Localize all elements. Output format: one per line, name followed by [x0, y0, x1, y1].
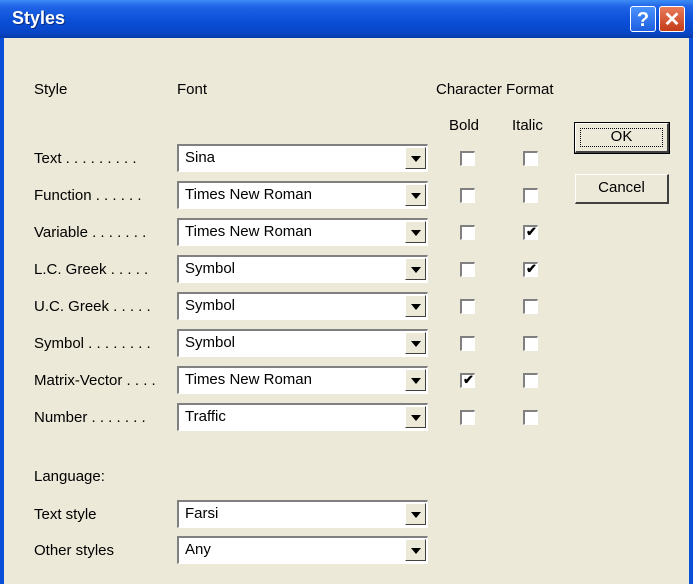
- focus-rectangle: [580, 128, 663, 147]
- bold-checkbox[interactable]: [460, 410, 475, 425]
- other-styles-label: Other styles: [34, 542, 115, 559]
- italic-checkbox[interactable]: [523, 299, 538, 314]
- font-select-value: Symbol: [185, 297, 236, 314]
- italic-checkbox[interactable]: [523, 373, 538, 388]
- chevron-down-icon: [411, 193, 421, 199]
- other-styles-language-value: Any: [185, 541, 211, 558]
- text-style-label: Text style: [34, 506, 97, 523]
- chevron-down-icon: [411, 341, 421, 347]
- checkmark-icon: ✔: [526, 224, 537, 239]
- chevron-down-icon: [411, 156, 421, 162]
- italic-checkbox[interactable]: [523, 151, 538, 166]
- italic-checkbox[interactable]: ✔: [523, 224, 538, 240]
- chevron-down-icon: [411, 304, 421, 310]
- close-button[interactable]: ✕: [659, 6, 685, 32]
- font-select[interactable]: Times New Roman: [177, 218, 428, 246]
- title-bar: Styles ? ✕: [0, 0, 693, 38]
- cancel-button[interactable]: Cancel: [575, 174, 669, 204]
- chevron-down-icon: [411, 267, 421, 273]
- style-row-label: Variable . . . . . . .: [34, 224, 147, 241]
- dropdown-button[interactable]: [405, 539, 426, 561]
- font-select-value: Sina: [185, 149, 216, 166]
- chevron-down-icon: [411, 512, 421, 518]
- style-row-label: Number . . . . . . .: [34, 409, 146, 426]
- font-column-header: Font: [177, 81, 208, 98]
- style-row-label: Function . . . . . .: [34, 187, 142, 204]
- character-format-header: Character Format: [436, 81, 554, 98]
- font-select[interactable]: Sina: [177, 144, 428, 172]
- other-styles-language-select[interactable]: Any: [177, 536, 428, 564]
- bold-checkbox[interactable]: [460, 299, 475, 314]
- font-select[interactable]: Symbol: [177, 255, 428, 283]
- dropdown-button[interactable]: [405, 221, 426, 243]
- bold-checkbox[interactable]: ✔: [460, 372, 475, 388]
- font-select-value: Times New Roman: [185, 371, 312, 388]
- dropdown-button[interactable]: [405, 147, 426, 169]
- chevron-down-icon: [411, 378, 421, 384]
- chevron-down-icon: [411, 230, 421, 236]
- dropdown-button[interactable]: [405, 406, 426, 428]
- font-select[interactable]: Symbol: [177, 329, 428, 357]
- italic-column-header: Italic: [512, 117, 543, 134]
- font-select[interactable]: Times New Roman: [177, 366, 428, 394]
- dropdown-button[interactable]: [405, 503, 426, 525]
- font-select-value: Traffic: [185, 408, 226, 425]
- text-style-language-value: Farsi: [185, 505, 219, 522]
- bold-checkbox[interactable]: [460, 151, 475, 166]
- chevron-down-icon: [411, 415, 421, 421]
- window-frame-left: [0, 38, 4, 584]
- font-select-value: Symbol: [185, 260, 236, 277]
- style-row-label: L.C. Greek . . . . .: [34, 261, 149, 278]
- italic-checkbox[interactable]: ✔: [523, 261, 538, 277]
- font-select-value: Times New Roman: [185, 223, 312, 240]
- checkmark-icon: ✔: [463, 372, 474, 387]
- bold-column-header: Bold: [449, 117, 480, 134]
- help-icon: ?: [636, 9, 650, 31]
- window-title: Styles: [12, 8, 66, 28]
- ok-button[interactable]: OK: [574, 122, 670, 154]
- style-row-label: Symbol . . . . . . . .: [34, 335, 151, 352]
- font-select-value: Symbol: [185, 334, 236, 351]
- style-row-label: U.C. Greek . . . . .: [34, 298, 151, 315]
- font-select[interactable]: Symbol: [177, 292, 428, 320]
- text-style-language-select[interactable]: Farsi: [177, 500, 428, 528]
- style-row-label: Text . . . . . . . . .: [34, 150, 137, 167]
- italic-checkbox[interactable]: [523, 410, 538, 425]
- italic-checkbox[interactable]: [523, 336, 538, 351]
- window-frame-right: [689, 38, 693, 584]
- dropdown-button[interactable]: [405, 295, 426, 317]
- style-row-label: Matrix-Vector . . . .: [34, 372, 156, 389]
- bold-checkbox[interactable]: [460, 188, 475, 203]
- help-button[interactable]: ?: [630, 6, 656, 32]
- bold-checkbox[interactable]: [460, 262, 475, 277]
- dropdown-button[interactable]: [405, 184, 426, 206]
- dropdown-button[interactable]: [405, 332, 426, 354]
- font-select[interactable]: Traffic: [177, 403, 428, 431]
- close-icon: ✕: [663, 9, 681, 31]
- style-column-header: Style: [34, 81, 68, 98]
- dropdown-button[interactable]: [405, 369, 426, 391]
- dropdown-button[interactable]: [405, 258, 426, 280]
- bold-checkbox[interactable]: [460, 336, 475, 351]
- checkmark-icon: ✔: [526, 261, 537, 276]
- italic-checkbox[interactable]: [523, 188, 538, 203]
- bold-checkbox[interactable]: [460, 225, 475, 240]
- cancel-button-label: Cancel: [598, 179, 645, 196]
- chevron-down-icon: [411, 548, 421, 554]
- language-heading: Language:: [34, 468, 105, 485]
- font-select-value: Times New Roman: [185, 186, 312, 203]
- font-select[interactable]: Times New Roman: [177, 181, 428, 209]
